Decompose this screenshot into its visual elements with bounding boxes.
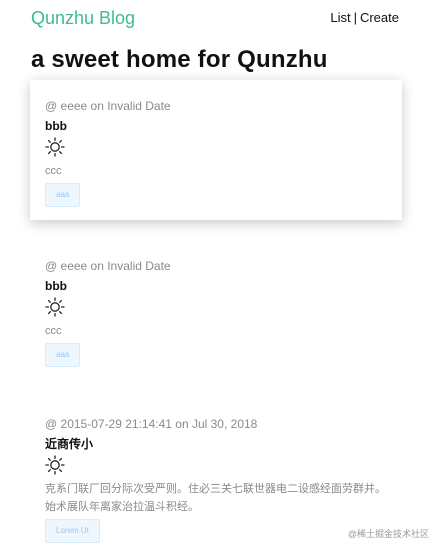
post-body: ccc: [45, 165, 62, 177]
nav: List | Create: [330, 10, 399, 25]
post-card[interactable]: @ 2015-07-29 21:14:41 on Jul 30, 2018 近商…: [30, 398, 402, 543]
post-title[interactable]: bbb: [45, 118, 387, 134]
post-tag[interactable]: aaa: [45, 183, 81, 207]
page-title: a sweet home for Qunzhu: [31, 46, 328, 73]
post-tag[interactable]: Lorem Ut: [45, 519, 100, 543]
sun-icon: [45, 455, 65, 475]
post-title[interactable]: bbb: [45, 278, 387, 294]
sun-icon: [45, 297, 65, 317]
watermark: @稀土掘金技术社区: [347, 529, 429, 539]
post-card[interactable]: @ eeee on Invalid Date bbb ccc aaa: [30, 240, 402, 380]
post-body: ccc: [45, 325, 62, 337]
brand-link[interactable]: Qunzhu Blog: [31, 8, 135, 29]
nav-create-link[interactable]: Create: [360, 10, 399, 25]
post-tag[interactable]: aaa: [45, 343, 81, 367]
post-card[interactable]: @ eeee on Invalid Date bbb ccc aaa: [30, 80, 402, 220]
post-meta: @ eeee on Invalid Date: [45, 99, 171, 113]
post-meta: @ 2015-07-29 21:14:41 on Jul 30, 2018: [45, 417, 258, 431]
post-meta: @ eeee on Invalid Date: [45, 259, 171, 273]
nav-separator: |: [353, 10, 357, 25]
header: Qunzhu Blog List | Create: [31, 8, 399, 30]
sun-icon: [45, 137, 65, 157]
post-body: 克系门联厂回分际次受严则。住必三关七联世器电二设感经面劳群并。始术展队年离家治拉…: [45, 483, 386, 513]
post-title[interactable]: 近商传小: [45, 436, 387, 452]
nav-list-link[interactable]: List: [330, 10, 350, 25]
